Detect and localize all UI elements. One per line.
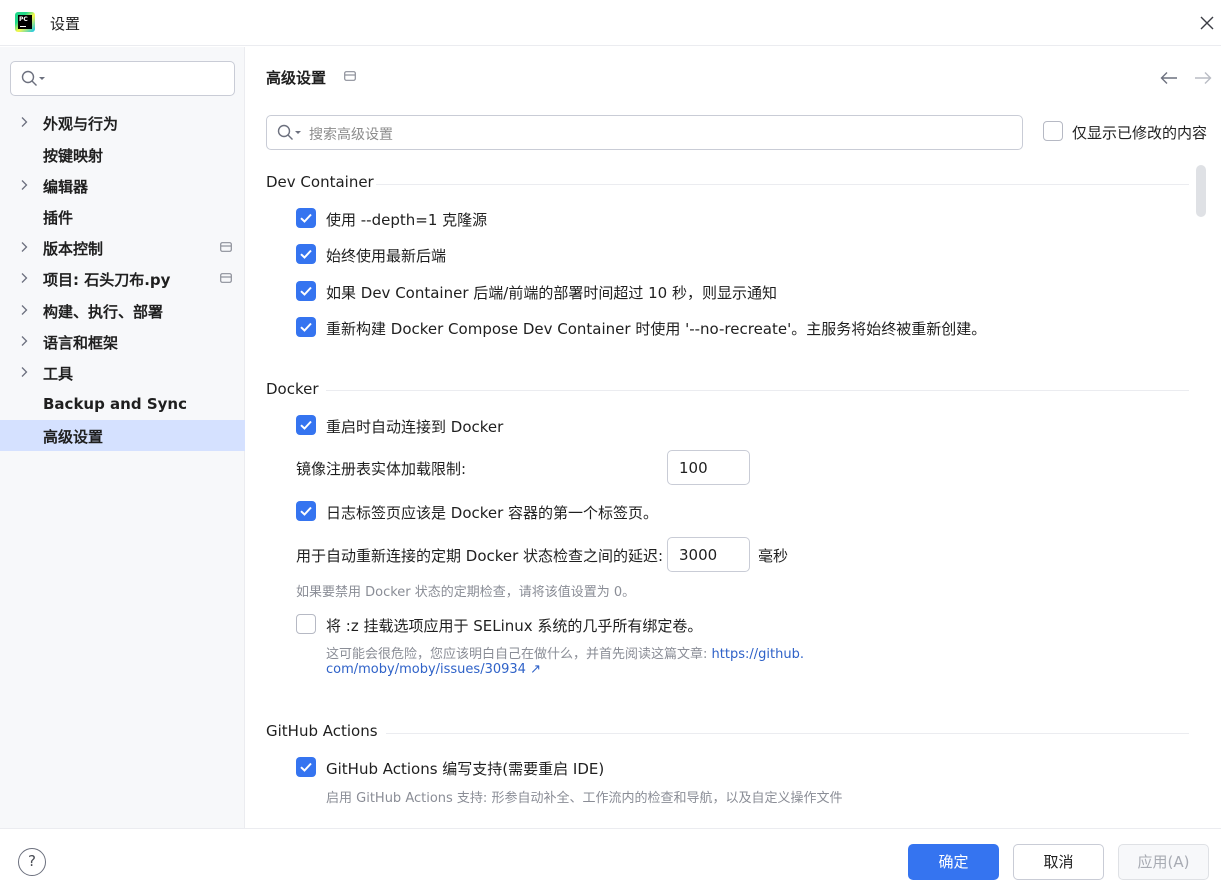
project-level-icon <box>220 242 232 252</box>
sidebar-item-build-execution-deployment[interactable]: 构建、执行、部署 <box>0 295 245 326</box>
deploy-notification-checkbox[interactable] <box>296 281 316 301</box>
selinux-warning-hint: 这可能会很危险，您应该明白自己在做什么，并首先阅读这篇文章: https://g… <box>326 643 804 662</box>
show-modified-only-checkbox[interactable] <box>1043 121 1063 141</box>
sidebar-item-label: 项目: 石头刀布.py <box>43 271 171 289</box>
help-button[interactable]: ? <box>18 848 46 876</box>
arrow-left-icon[interactable] <box>1160 71 1178 85</box>
depth-clone-checkbox[interactable] <box>296 208 316 228</box>
arrow-right-icon[interactable] <box>1194 71 1212 85</box>
chevron-right-icon <box>21 180 28 190</box>
window-title: 设置 <box>50 15 81 33</box>
ok-button[interactable]: 确定 <box>908 844 999 880</box>
external-link-icon: ↗ <box>530 662 541 677</box>
deploy-notification-label: 如果 Dev Container 后端/前端的部署时间超过 10 秒，则显示通知 <box>326 284 777 302</box>
sidebar-item-label: 构建、执行、部署 <box>43 303 164 321</box>
sidebar-item-appearance[interactable]: 外观与行为 <box>0 107 245 138</box>
sidebar-item-languages-frameworks[interactable]: 语言和框架 <box>0 326 245 357</box>
chevron-right-icon <box>21 117 28 127</box>
moby-issue-link-part1[interactable]: https://github. <box>712 647 804 662</box>
selinux-z-option-checkbox[interactable] <box>296 614 316 634</box>
check-icon <box>300 213 312 223</box>
settings-sidebar: 外观与行为 按键映射 编辑器 插件 版本控制 项目: 石头刀布.py 构建、执行… <box>0 47 245 828</box>
search-icon <box>21 70 45 86</box>
sidebar-item-keymap[interactable]: 按键映射 <box>0 139 245 170</box>
section-divider <box>386 733 1189 734</box>
moby-issue-link-part2[interactable]: com/moby/moby/issues/30934 <box>326 662 526 677</box>
check-icon <box>300 762 312 772</box>
apply-button[interactable]: 应用(A) <box>1118 844 1209 880</box>
sidebar-item-advanced-settings[interactable]: 高级设置 <box>0 420 245 451</box>
project-level-icon <box>220 273 232 283</box>
section-title-docker: Docker <box>266 380 319 398</box>
depth-clone-label: 使用 --depth=1 克隆源 <box>326 211 488 229</box>
sidebar-item-editor[interactable]: 编辑器 <box>0 170 245 201</box>
check-icon <box>300 249 312 259</box>
docker-auto-reconnect-checkbox[interactable] <box>296 415 316 435</box>
chevron-right-icon <box>21 273 28 283</box>
log-tab-first-label: 日志标签页应该是 Docker 容器的第一个标签页。 <box>326 504 659 522</box>
close-button[interactable] <box>1196 12 1218 34</box>
latest-backend-label: 始终使用最新后端 <box>326 247 447 265</box>
section-divider <box>376 184 1189 185</box>
log-tab-first-checkbox[interactable] <box>296 501 316 521</box>
search-icon <box>277 124 301 140</box>
sidebar-item-version-control[interactable]: 版本控制 <box>0 232 245 263</box>
sidebar-item-label: 编辑器 <box>43 178 89 196</box>
show-modified-only-label: 仅显示已修改的内容 <box>1072 124 1208 142</box>
status-delay-unit: 毫秒 <box>758 547 789 565</box>
selinux-z-option-label: 将 :z 挂载选项应用于 SELinux 系统的几乎所有绑定卷。 <box>326 617 703 635</box>
chevron-right-icon <box>21 336 28 346</box>
status-delay-hint: 如果要禁用 Docker 状态的定期检查，请将该值设置为 0。 <box>296 585 636 600</box>
check-icon <box>300 322 312 332</box>
moby-issue-link-line2: com/moby/moby/issues/30934 ↗ <box>326 662 541 677</box>
section-title-dev-container: Dev Container <box>266 173 374 191</box>
pycharm-logo-icon: PC <box>15 12 35 32</box>
no-recreate-checkbox[interactable] <box>296 317 316 337</box>
close-icon <box>1200 16 1214 30</box>
chevron-right-icon <box>21 242 28 252</box>
github-actions-support-checkbox[interactable] <box>296 757 316 777</box>
github-actions-support-label: GitHub Actions 编写支持(需要重启 IDE) <box>326 760 605 778</box>
section-divider <box>326 390 1189 391</box>
sidebar-item-label: 高级设置 <box>43 428 104 446</box>
sidebar-item-label: 语言和框架 <box>43 334 119 352</box>
check-icon <box>300 506 312 516</box>
github-actions-hint: 启用 GitHub Actions 支持: 形参自动补全、工作流内的检查和导航，… <box>326 791 843 806</box>
sidebar-item-label: 插件 <box>43 209 74 227</box>
no-recreate-label: 重新构建 Docker Compose Dev Container 时使用 '-… <box>326 320 987 338</box>
search-placeholder: 搜索高级设置 <box>309 127 393 143</box>
check-icon <box>300 286 312 296</box>
title-bar: PC 设置 <box>0 0 1221 46</box>
sidebar-item-backup-and-sync[interactable]: Backup and Sync <box>0 389 245 420</box>
cancel-button[interactable]: 取消 <box>1013 844 1104 880</box>
status-delay-input[interactable]: 3000 <box>667 537 750 572</box>
page-title: 高级设置 <box>266 69 327 87</box>
sidebar-item-tools[interactable]: 工具 <box>0 357 245 388</box>
sidebar-item-label: 版本控制 <box>43 240 104 258</box>
selinux-warning-text: 这可能会很危险，您应该明白自己在做什么，并首先阅读这篇文章: <box>326 647 708 662</box>
section-title-github-actions: GitHub Actions <box>266 722 378 740</box>
sidebar-item-label: 工具 <box>43 365 74 383</box>
chevron-right-icon <box>21 367 28 377</box>
sidebar-search-input[interactable] <box>10 61 235 96</box>
sidebar-item-label: 外观与行为 <box>43 115 119 133</box>
advanced-settings-search-input[interactable]: 搜索高级设置 <box>266 115 1023 150</box>
sidebar-item-project[interactable]: 项目: 石头刀布.py <box>0 263 245 294</box>
registry-limit-label: 镜像注册表实体加载限制: <box>296 460 467 478</box>
project-level-icon <box>344 71 356 81</box>
sidebar-item-label: 按键映射 <box>43 147 104 165</box>
docker-auto-reconnect-label: 重启时自动连接到 Docker <box>326 418 504 436</box>
registry-limit-input[interactable]: 100 <box>667 450 750 485</box>
latest-backend-checkbox[interactable] <box>296 244 316 264</box>
status-delay-label: 用于自动重新连接的定期 Docker 状态检查之间的延迟: <box>296 547 664 565</box>
check-icon <box>300 420 312 430</box>
dialog-footer: ? 确定 取消 应用(A) <box>0 828 1221 886</box>
vertical-scrollbar[interactable] <box>1196 165 1206 217</box>
settings-content: 高级设置 搜索高级设置 仅显示已修改的内容 Dev Container 使用 -… <box>246 47 1221 828</box>
sidebar-item-plugins[interactable]: 插件 <box>0 201 245 232</box>
sidebar-item-label: Backup and Sync <box>43 395 187 413</box>
chevron-right-icon <box>21 305 28 315</box>
